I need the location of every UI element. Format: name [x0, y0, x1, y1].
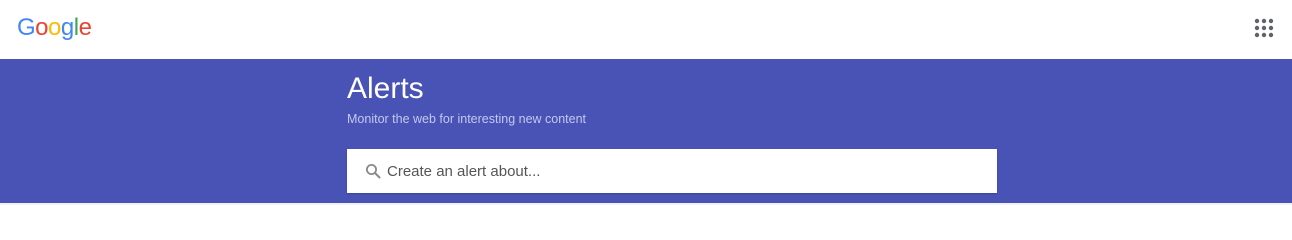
divider	[0, 203, 1292, 205]
logo-letter: g	[60, 14, 74, 41]
apps-grid-icon	[1254, 18, 1274, 38]
create-alert-search-box[interactable]	[347, 149, 997, 193]
logo-letter: o	[48, 14, 61, 41]
logo-letter: o	[35, 14, 49, 41]
search-icon	[366, 164, 381, 179]
page-title: Alerts	[347, 72, 424, 105]
alerts-hero-banner: Alerts Monitor the web for interesting n…	[0, 59, 1292, 205]
logo-letter: G	[17, 14, 36, 41]
logo-letter: e	[78, 14, 92, 41]
page-subtitle: Monitor the web for interesting new cont…	[347, 112, 587, 126]
create-alert-input[interactable]	[387, 149, 983, 193]
apps-button[interactable]	[1252, 16, 1276, 40]
google-logo[interactable]: Google	[17, 13, 92, 43]
top-bar: Google	[0, 0, 1292, 59]
hero-content: Alerts Monitor the web for interesting n…	[347, 59, 997, 205]
